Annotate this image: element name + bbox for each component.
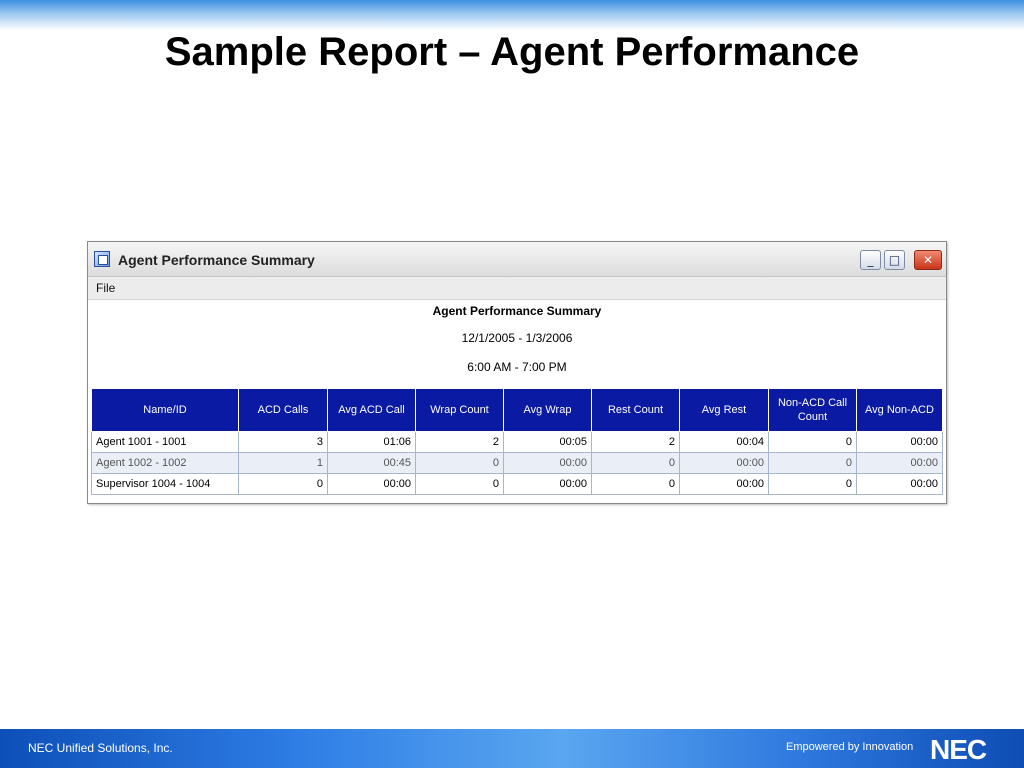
column-header-acd-calls[interactable]: ACD Calls bbox=[238, 388, 328, 432]
close-button[interactable]: ✕ bbox=[914, 250, 942, 270]
cell-avg-wrap: 00:00 bbox=[503, 452, 592, 474]
report-date-range: 12/1/2005 - 1/3/2006 bbox=[461, 331, 573, 345]
cell-avg-rest: 00:04 bbox=[679, 431, 769, 453]
cell-name-id: Supervisor 1004 - 1004 bbox=[91, 473, 239, 495]
cell-avg-rest: 00:00 bbox=[679, 473, 769, 495]
footer-tagline: Empowered by Innovation bbox=[786, 741, 914, 753]
window-title: Agent Performance Summary bbox=[118, 252, 315, 268]
maximize-button[interactable]: □ bbox=[884, 250, 905, 270]
report-title: Agent Performance Summary bbox=[432, 304, 602, 318]
column-header-wrap-count[interactable]: Wrap Count bbox=[415, 388, 504, 432]
cell-acd-calls: 0 bbox=[238, 473, 328, 495]
cell-acd-calls: 1 bbox=[238, 452, 328, 474]
table-row[interactable]: Agent 1002 - 1002 1 00:45 0 00:00 0 00:0… bbox=[91, 452, 943, 474]
cell-avg-wrap: 00:00 bbox=[503, 473, 592, 495]
column-header-avg-rest[interactable]: Avg Rest bbox=[679, 388, 769, 432]
nec-logo: NEC bbox=[930, 734, 987, 765]
cell-wrap-count: 0 bbox=[415, 473, 504, 495]
cell-rest-count: 0 bbox=[591, 452, 680, 474]
cell-avg-rest: 00:00 bbox=[679, 452, 769, 474]
menu-item-file[interactable]: File bbox=[96, 281, 115, 295]
cell-wrap-count: 0 bbox=[415, 452, 504, 474]
agent-performance-window: Agent Performance Summary _ □ ✕ File Age… bbox=[87, 241, 947, 504]
column-header-name-id[interactable]: Name/ID bbox=[91, 388, 239, 432]
cell-avg-acd-call: 00:00 bbox=[327, 473, 416, 495]
agent-performance-table: Name/ID ACD Calls Avg ACD Call Wrap Coun… bbox=[91, 388, 943, 495]
slide-title: Sample Report – Agent Performance bbox=[164, 30, 860, 74]
column-header-avg-wrap[interactable]: Avg Wrap bbox=[503, 388, 592, 432]
cell-name-id: Agent 1002 - 1002 bbox=[91, 452, 239, 474]
cell-rest-count: 0 bbox=[591, 473, 680, 495]
cell-avg-non-acd: 00:00 bbox=[856, 431, 943, 453]
column-header-avg-non-acd[interactable]: Avg Non-ACD bbox=[856, 388, 943, 432]
table-header-row: Name/ID ACD Calls Avg ACD Call Wrap Coun… bbox=[91, 388, 943, 432]
table-row[interactable]: Supervisor 1004 - 1004 0 00:00 0 00:00 0… bbox=[91, 473, 943, 495]
footer-company-name: NEC Unified Solutions, Inc. bbox=[28, 741, 173, 755]
slide-footer: NEC Unified Solutions, Inc. Empowered by… bbox=[0, 729, 1024, 768]
cell-avg-acd-call: 00:45 bbox=[327, 452, 416, 474]
cell-non-acd-call-count: 0 bbox=[768, 452, 857, 474]
cell-avg-non-acd: 00:00 bbox=[856, 473, 943, 495]
cell-avg-non-acd: 00:00 bbox=[856, 452, 943, 474]
minimize-button[interactable]: _ bbox=[860, 250, 881, 270]
cell-non-acd-call-count: 0 bbox=[768, 431, 857, 453]
cell-wrap-count: 2 bbox=[415, 431, 504, 453]
column-header-non-acd-call-count[interactable]: Non-ACD Call Count bbox=[768, 388, 857, 432]
cell-acd-calls: 3 bbox=[238, 431, 328, 453]
cell-non-acd-call-count: 0 bbox=[768, 473, 857, 495]
window-titlebar[interactable]: Agent Performance Summary _ □ ✕ bbox=[88, 242, 946, 277]
report-app-icon bbox=[94, 251, 110, 267]
report-time-range: 6:00 AM - 7:00 PM bbox=[467, 360, 567, 374]
cell-rest-count: 2 bbox=[591, 431, 680, 453]
cell-avg-wrap: 00:05 bbox=[503, 431, 592, 453]
menu-bar: File bbox=[88, 277, 946, 300]
slide-top-gradient-bar bbox=[0, 0, 1024, 30]
column-header-avg-acd-call[interactable]: Avg ACD Call bbox=[327, 388, 416, 432]
column-header-rest-count[interactable]: Rest Count bbox=[591, 388, 680, 432]
table-row[interactable]: Agent 1001 - 1001 3 01:06 2 00:05 2 00:0… bbox=[91, 431, 943, 453]
cell-avg-acd-call: 01:06 bbox=[327, 431, 416, 453]
cell-name-id: Agent 1001 - 1001 bbox=[91, 431, 239, 453]
